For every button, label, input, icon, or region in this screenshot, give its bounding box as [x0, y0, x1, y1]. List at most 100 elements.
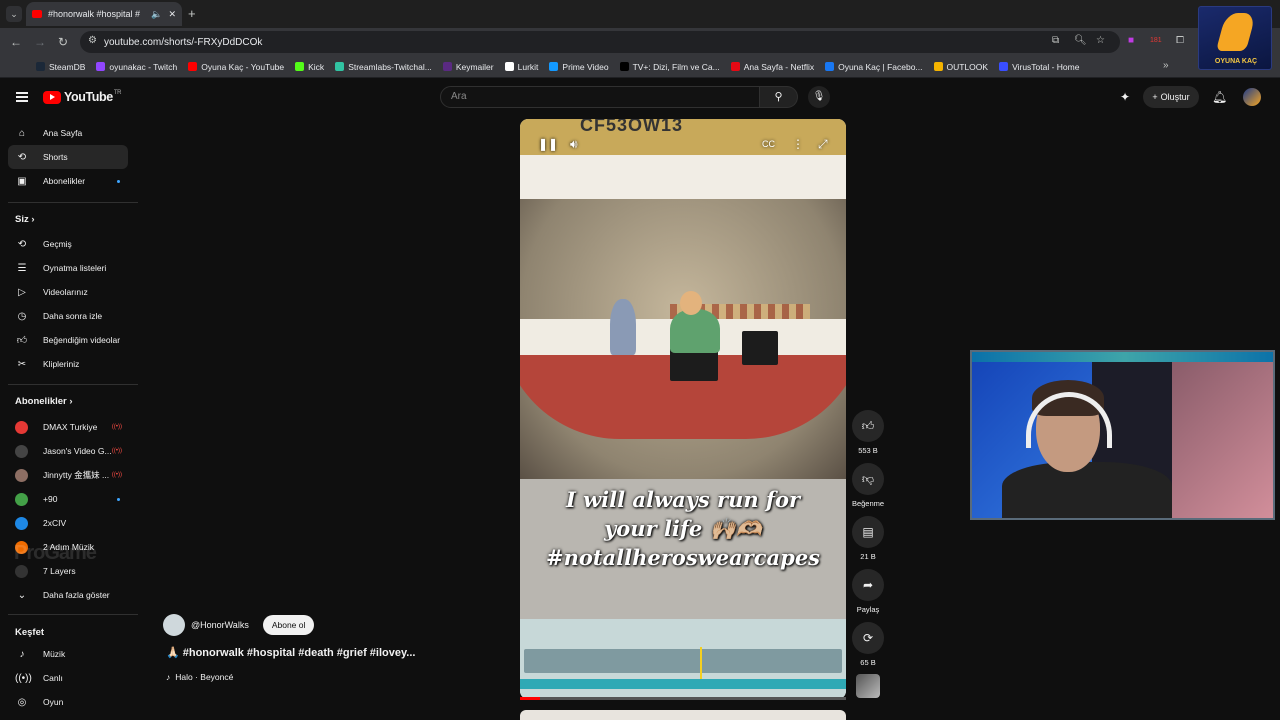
bookmark-favicon-icon: [504, 62, 514, 71]
watermark: ProGame: [14, 542, 97, 564]
section-subs-label: Abonelikler: [15, 396, 67, 407]
channel-avatar[interactable]: [163, 614, 185, 636]
bookmark-item[interactable]: Streamlabs-Twitchal...: [335, 62, 432, 72]
bookmark-item[interactable]: Oyuna Kaç - YouTube: [188, 62, 284, 72]
sidebar-section-subscriptions[interactable]: Abonelikler ›: [15, 396, 73, 407]
short-title[interactable]: 🙏🏻 #honorwalk #hospital #death #grief #i…: [166, 646, 415, 659]
video-caption-line: #notallheroswearcapes: [545, 545, 821, 570]
bookmark-item[interactable]: oyunakac - Twitch: [96, 62, 177, 72]
sidebar-item-history[interactable]: ⟲ Geçmiş: [8, 232, 128, 256]
bookmark-item[interactable]: Prime Video: [549, 62, 609, 72]
sidebar-subscription-item[interactable]: Jason's Video G... ((•)): [8, 439, 128, 463]
sidebar-item-label: DMAX Turkiye: [43, 422, 98, 432]
volume-icon[interactable]: 🔊︎: [570, 137, 578, 152]
music-link[interactable]: ♪ Halo · Beyoncé: [166, 672, 233, 682]
bookmark-item[interactable]: Keymailer: [442, 62, 494, 72]
forward-icon[interactable]: →: [34, 35, 46, 49]
sidebar-item-watch-later[interactable]: ◷ Daha sonra izle: [8, 304, 128, 328]
video-progress-bar[interactable]: [520, 697, 846, 700]
bookmark-item[interactable]: Lurkit: [504, 61, 539, 72]
extension-icon[interactable]: ■: [1128, 35, 1134, 46]
remix-button[interactable]: ⟳ 65 B: [849, 622, 887, 667]
sidebar-section-you[interactable]: Siz ›: [15, 214, 35, 225]
search-input[interactable]: Ara: [440, 86, 760, 108]
back-icon[interactable]: ←: [10, 35, 22, 49]
like-button[interactable]: 👍︎ 553 B: [849, 410, 887, 455]
notifications-bell-icon[interactable]: 🔔︎: [1212, 90, 1227, 104]
captions-icon[interactable]: CC: [762, 139, 775, 149]
sidebar-item-gaming[interactable]: ◎ Oyun: [8, 690, 128, 714]
sidebar-subscription-item[interactable]: +90: [8, 487, 128, 511]
progress-fill: [520, 697, 540, 700]
extension-badge[interactable]: 181: [1150, 37, 1162, 44]
live-indicator-icon: ((•)): [111, 472, 122, 478]
sidebar-item-live[interactable]: ((•)) Canlı: [8, 666, 128, 690]
music-note-icon: ♪: [166, 672, 171, 682]
new-tab-icon[interactable]: +: [188, 6, 196, 21]
search-icon: ⚲: [774, 91, 783, 103]
extensions-puzzle-icon[interactable]: ⧠: [1176, 35, 1184, 46]
account-avatar[interactable]: [1243, 88, 1261, 106]
sidebar-item-music[interactable]: ♪ Müzik: [8, 642, 128, 666]
bookmark-item[interactable]: SteamDB: [36, 62, 85, 72]
bookmark-label: VirusTotal - Home: [1012, 61, 1080, 72]
menu-icon[interactable]: [16, 92, 28, 102]
bookmark-item[interactable]: TV+: Dizi, Film ve Ca...: [619, 62, 720, 72]
sidebar-show-more[interactable]: ⌄ Daha fazla göster: [8, 583, 128, 607]
bookmark-label: OUTLOOK: [946, 61, 989, 72]
sidebar-item-your-videos[interactable]: ▷ Videolarınız: [8, 280, 128, 304]
more-bookmarks-icon[interactable]: »: [1163, 60, 1169, 71]
sidebar-subscription-item[interactable]: DMAX Turkiye ((•)): [8, 415, 128, 439]
video-person-nurse: [670, 309, 720, 353]
mic-icon: 🎙︎: [812, 91, 826, 102]
channel-name[interactable]: @HonorWalks: [191, 620, 249, 630]
sidebar-item-subscriptions[interactable]: ▣ Abonelikler: [8, 169, 128, 193]
video-caption: I will always run for your life 🙌🏼🫶🏼 #no…: [520, 485, 846, 572]
search-button[interactable]: ⚲: [760, 86, 798, 108]
dislike-button[interactable]: 👎︎ Beğenme: [849, 463, 887, 508]
bookmark-item[interactable]: VirusTotal - Home: [999, 62, 1079, 72]
cast-icon[interactable]: ✦: [1120, 90, 1130, 104]
browser-tab[interactable]: #honorwalk #hospital # 🔈 ✕: [26, 2, 182, 26]
share-label: Paylaş: [856, 605, 880, 614]
pause-icon[interactable]: ❚❚: [538, 137, 558, 151]
create-button[interactable]: + Oluştur: [1143, 86, 1199, 108]
sidebar-item-shorts[interactable]: ⟲ Shorts: [8, 145, 128, 169]
install-icon[interactable]: ⧉: [1052, 35, 1059, 46]
voice-search-button[interactable]: 🎙︎: [808, 86, 830, 108]
bookmark-item[interactable]: OUTLOOK: [933, 61, 989, 72]
url-field[interactable]: youtube.com/shorts/-FRXyDdDCOk: [80, 31, 1120, 53]
sidebar-subscription-item[interactable]: Jinnytty 金攜妹 ... ((•)): [8, 463, 128, 487]
sidebar-item-home[interactable]: ⌂ Ana Sayfa: [8, 121, 128, 145]
tab-search-icon[interactable]: ⌄: [6, 6, 22, 22]
sidebar-item-label: Klipleriniz: [43, 359, 80, 369]
sidebar-item-clips[interactable]: ✂ Klipleriniz: [8, 352, 128, 376]
bookmark-item[interactable]: Kick: [295, 62, 324, 72]
video-editor-timeline: [520, 619, 846, 699]
new-content-dot: [117, 497, 120, 501]
sidebar-item-liked-videos[interactable]: 👍︎ Beğendiğim videolar: [8, 328, 128, 352]
reload-icon[interactable]: ↻: [58, 35, 68, 49]
speaker-icon[interactable]: 🔈: [151, 9, 162, 20]
shorts-video-player[interactable]: CF53OW13 I will always run for your life…: [520, 119, 846, 699]
youtube-logo[interactable]: YouTube TR: [43, 90, 121, 104]
sidebar-item-playlists[interactable]: ☰ Oynatma listeleri: [8, 256, 128, 280]
subscribe-button[interactable]: Abone ol: [262, 615, 315, 635]
share-button[interactable]: ➦ Paylaş: [849, 569, 887, 614]
site-info-icon[interactable]: ⚙: [88, 35, 97, 46]
sound-thumbnail[interactable]: [856, 674, 880, 698]
fullscreen-icon[interactable]: ⤢: [818, 137, 828, 152]
section-you-label: Siz: [15, 214, 29, 225]
sidebar-subscription-item[interactable]: 2xCIV: [8, 511, 128, 535]
zoom-icon[interactable]: 🔍︎: [1074, 35, 1087, 46]
next-short-preview[interactable]: [520, 710, 846, 720]
sidebar-item-label: Oynatma listeleri: [43, 263, 107, 273]
comments-button[interactable]: ▤ 21 B: [849, 516, 887, 561]
more-options-icon[interactable]: ⋮: [792, 137, 804, 151]
bookmark-star-icon[interactable]: ☆: [1096, 35, 1105, 46]
shorts-icon: ⟲: [17, 151, 27, 163]
tab-close-icon[interactable]: ✕: [168, 9, 176, 20]
bookmark-item[interactable]: Oyuna Kaç | Facebo...: [825, 62, 923, 72]
bookmark-label: Lurkit: [517, 61, 539, 72]
bookmark-item[interactable]: Ana Sayfa - Netflix: [730, 62, 814, 72]
